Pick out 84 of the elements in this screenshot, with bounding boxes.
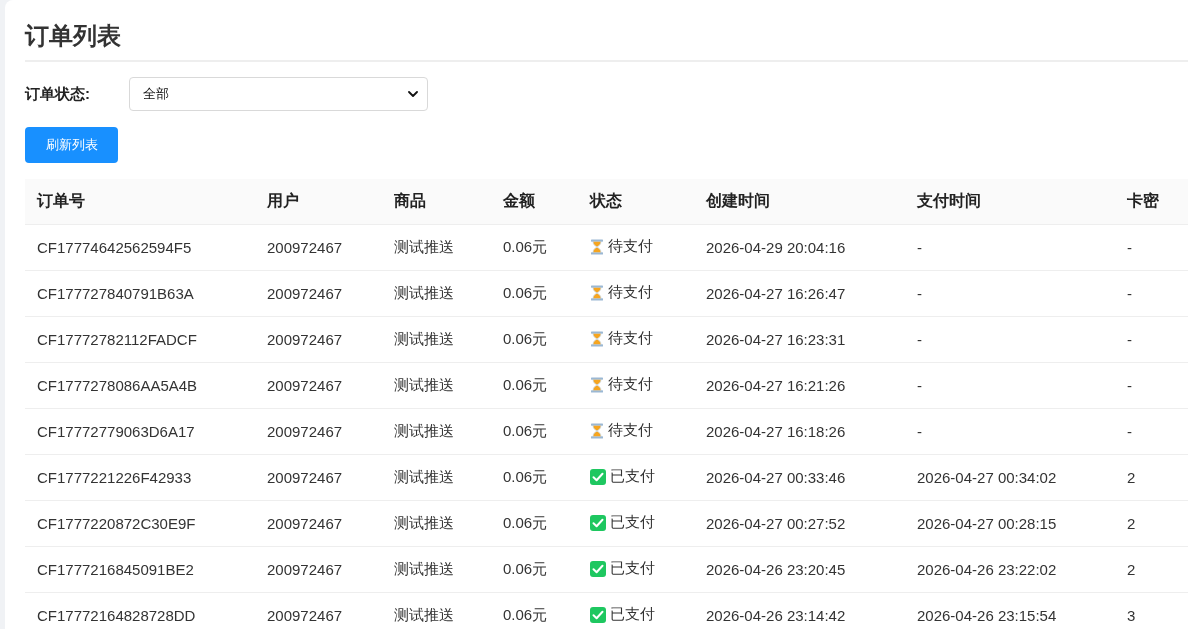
table-cell: CF1777278086AA5A4B — [25, 362, 255, 409]
table-cell: 200972467 — [255, 592, 382, 629]
table-cell: 2 — [1115, 546, 1188, 593]
status-text: 已支付 — [610, 513, 655, 533]
table-cell: 2026-04-27 16:18:26 — [694, 408, 905, 455]
table-cell: 测试推送 — [382, 224, 491, 271]
status-text: 已支付 — [610, 559, 655, 579]
table-cell: 测试推送 — [382, 316, 491, 363]
table-cell: 2026-04-29 20:04:16 — [694, 224, 905, 271]
table-cell: 2026-04-27 00:34:02 — [905, 454, 1115, 501]
table-cell: 测试推送 — [382, 500, 491, 547]
table-cell: - — [905, 270, 1115, 317]
table-cell: CF17772779063D6A17 — [25, 408, 255, 455]
table-cell: CF17772164828728DD — [25, 592, 255, 629]
table-cell: - — [1115, 316, 1188, 363]
table-cell: 测试推送 — [382, 408, 491, 455]
table-cell: 2026-04-26 23:14:42 — [694, 592, 905, 629]
table-cell: 0.06元 — [491, 224, 578, 271]
table-cell: 2 — [1115, 454, 1188, 501]
table-cell: 200972467 — [255, 500, 382, 547]
status-text: 待支付 — [608, 375, 653, 395]
table-cell: 0.06元 — [491, 316, 578, 363]
status-text: 待支付 — [608, 237, 653, 257]
table-cell: 测试推送 — [382, 362, 491, 409]
table-cell: 2026-04-27 00:28:15 — [905, 500, 1115, 547]
table-cell: CF1777220872C30E9F — [25, 500, 255, 547]
column-header: 状态 — [578, 179, 694, 225]
table-cell: 2026-04-26 23:15:54 — [905, 592, 1115, 629]
table-cell: 2026-04-27 00:33:46 — [694, 454, 905, 501]
status-dropdown[interactable]: 全部 — [129, 77, 428, 111]
table-cell: 2026-04-27 00:27:52 — [694, 500, 905, 547]
table-cell: - — [905, 316, 1115, 363]
table-cell: 测试推送 — [382, 270, 491, 317]
table-cell: 3 — [1115, 592, 1188, 629]
table-cell: CF17774642562594F5 — [25, 224, 255, 271]
table-cell: 200972467 — [255, 362, 382, 409]
table-cell: - — [905, 224, 1115, 271]
table-cell: 200972467 — [255, 546, 382, 593]
table-cell: CF1777221226F42933 — [25, 454, 255, 501]
table-cell: 200972467 — [255, 408, 382, 455]
status-text: 待支付 — [608, 283, 653, 303]
table-cell: 0.06元 — [491, 270, 578, 317]
table-cell: 200972467 — [255, 316, 382, 363]
status-text: 已支付 — [610, 467, 655, 487]
column-header: 支付时间 — [905, 179, 1115, 225]
table-cell: 0.06元 — [491, 362, 578, 409]
column-header: 订单号 — [25, 179, 255, 225]
column-header: 创建时间 — [694, 179, 905, 225]
table-cell: 测试推送 — [382, 454, 491, 501]
table-cell: 0.06元 — [491, 454, 578, 501]
table-cell: 2026-04-27 16:26:47 — [694, 270, 905, 317]
table-cell: 2026-04-26 23:22:02 — [905, 546, 1115, 593]
table-cell: CF177727840791B63A — [25, 270, 255, 317]
table-cell: CF17772782112FADCF — [25, 316, 255, 363]
table-cell: 2026-04-27 16:21:26 — [694, 362, 905, 409]
table-cell: 测试推送 — [382, 592, 491, 629]
column-header: 用户 — [255, 179, 382, 225]
table-cell: 2026-04-26 23:20:45 — [694, 546, 905, 593]
table-cell: 0.06元 — [491, 592, 578, 629]
status-text: 待支付 — [608, 421, 653, 441]
table-cell: 0.06元 — [491, 546, 578, 593]
table-cell: CF1777216845091BE2 — [25, 546, 255, 593]
filter-label: 订单状态: — [25, 84, 91, 104]
status-text: 已支付 — [610, 605, 655, 625]
table-cell: 200972467 — [255, 270, 382, 317]
column-header: 金额 — [491, 179, 578, 225]
table-cell: 测试推送 — [382, 546, 491, 593]
table-cell: - — [905, 408, 1115, 455]
table-cell: - — [1115, 224, 1188, 271]
table-cell: - — [1115, 270, 1188, 317]
caret-icon — [408, 91, 418, 97]
status-text: 待支付 — [608, 329, 653, 349]
table-cell: - — [1115, 408, 1188, 455]
column-header: 卡密 — [1115, 179, 1188, 225]
table-cell: - — [905, 362, 1115, 409]
column-header: 商品 — [382, 179, 491, 225]
table-cell: 2 — [1115, 500, 1188, 547]
table-cell: 0.06元 — [491, 500, 578, 547]
table-cell: 200972467 — [255, 454, 382, 501]
table-cell: - — [1115, 362, 1188, 409]
table-cell: 2026-04-27 16:23:31 — [694, 316, 905, 363]
table-cell: 0.06元 — [491, 408, 578, 455]
page-title: 订单列表 — [25, 21, 121, 51]
table-cell: 200972467 — [255, 224, 382, 271]
